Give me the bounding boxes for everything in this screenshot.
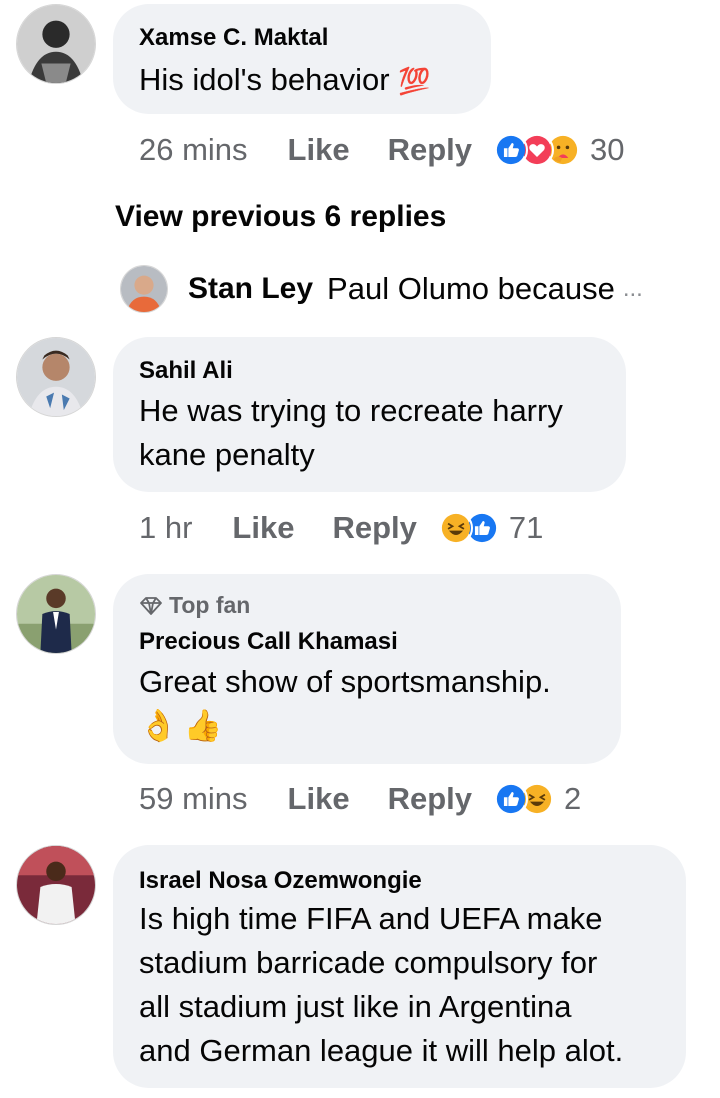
like-button[interactable]: Like (288, 781, 350, 817)
comment-bubble: Top fan Precious Call Khamasi Great show… (113, 574, 621, 764)
diamond-icon (140, 596, 162, 615)
avatar-sahil[interactable] (16, 337, 96, 417)
reactions-summary[interactable] (494, 782, 554, 816)
reply-button[interactable]: Reply (332, 510, 416, 546)
avatar-israel[interactable] (16, 845, 96, 925)
comment-text: Great show of sportsmanship. (139, 664, 551, 699)
avatar-stan[interactable] (120, 265, 168, 313)
comment-author[interactable]: Precious Call Khamasi (139, 628, 398, 656)
reactions-summary[interactable] (438, 511, 499, 545)
comment-text-line: stadium barricade compulsory for (139, 945, 598, 980)
comment-time[interactable]: 26 mins (139, 132, 248, 168)
comment-time[interactable]: 59 mins (139, 781, 248, 817)
more-ellipsis[interactable]: ... (623, 275, 643, 303)
reply-author[interactable]: Stan Ley (188, 272, 313, 306)
emoji-line: 👌👍 (139, 708, 229, 744)
comment-text-line: all stadium just like in Argentina (139, 989, 572, 1024)
comment-text: His idol's behavior 💯 (139, 62, 431, 97)
reaction-count[interactable]: 2 (564, 781, 581, 817)
like-button[interactable]: Like (288, 132, 350, 168)
reaction-count[interactable]: 30 (590, 132, 624, 168)
reply-button[interactable]: Reply (388, 781, 472, 817)
reply-preview[interactable]: Stan Ley Paul Olumo because ... (120, 265, 643, 313)
top-fan-badge[interactable]: Top fan (139, 592, 250, 619)
haha-icon (438, 511, 473, 545)
comment-actions: 59 mins Like Reply 2 (139, 779, 581, 819)
comment-actions: 26 mins Like Reply 30 (139, 130, 624, 170)
like-icon (494, 133, 528, 167)
comment-text-line: and German league it will help alot. (139, 1033, 624, 1068)
comment-author[interactable]: Sahil Ali (139, 357, 233, 385)
comment-bubble: Israel Nosa Ozemwongie Is high time FIFA… (113, 845, 686, 1088)
hundred-points-emoji: 💯 (398, 67, 431, 97)
reply-text: Paul Olumo because (327, 271, 615, 306)
comment-bubble: Xamse C. Maktal His idol's behavior 💯 (113, 4, 491, 114)
comment-text-line: He was trying to recreate harry (139, 393, 563, 428)
comment-text-line: kane penalty (139, 437, 315, 472)
like-icon (494, 782, 528, 816)
comment-author[interactable]: Xamse C. Maktal (139, 24, 328, 52)
comment-actions: 1 hr Like Reply 71 (139, 508, 543, 548)
reaction-count[interactable]: 71 (509, 510, 543, 546)
comment-author[interactable]: Israel Nosa Ozemwongie (139, 867, 422, 895)
like-button[interactable]: Like (232, 510, 294, 546)
comment-bubble: Sahil Ali He was trying to recreate harr… (113, 337, 626, 492)
avatar-xamse[interactable] (16, 4, 96, 84)
reply-button[interactable]: Reply (388, 132, 472, 168)
comment-time[interactable]: 1 hr (139, 510, 192, 546)
comment-text-line: Is high time FIFA and UEFA make (139, 901, 603, 936)
view-previous-replies-link[interactable]: View previous 6 replies (115, 200, 446, 234)
avatar-precious[interactable] (16, 574, 96, 654)
reactions-summary[interactable] (494, 133, 580, 167)
